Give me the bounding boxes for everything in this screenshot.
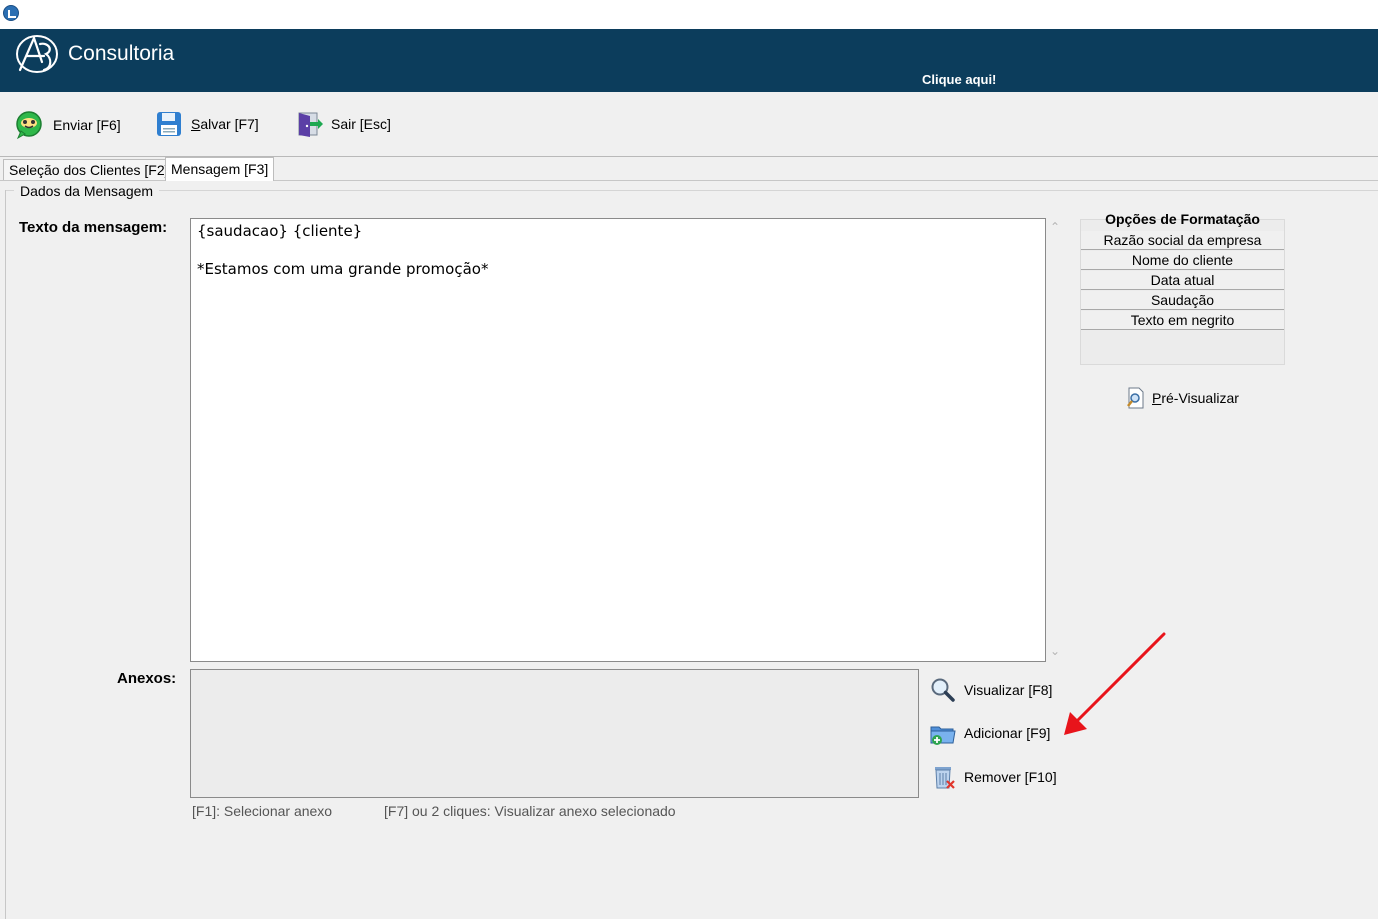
message-textarea[interactable]: {saudacao} {cliente} *Estamos com uma gr…	[190, 218, 1046, 662]
view-attachment-label: Visualizar [F8]	[964, 682, 1053, 698]
trash-icon	[935, 767, 955, 789]
floppy-disk-icon	[157, 112, 181, 136]
formatting-options-title: Opções de Formatação	[1105, 211, 1260, 227]
window-title-strip	[0, 0, 1378, 29]
company-logo	[16, 34, 58, 73]
add-attachment-button[interactable]: Adicionar [F9]	[930, 720, 1050, 746]
add-attachment-label: Adicionar [F9]	[964, 725, 1051, 741]
app-icon[interactable]	[3, 5, 19, 21]
exit-button-label: Sair [Esc]	[331, 116, 391, 132]
remove-attachment-button[interactable]: Remover [F10]	[932, 764, 1057, 790]
preview-label: Pré-Visualizar	[1152, 390, 1239, 406]
tab-mensagem[interactable]: Mensagem [F3]	[165, 157, 275, 181]
scroll-up-icon[interactable]: ⌃	[1050, 220, 1060, 234]
format-option-data-atual[interactable]: Data atual	[1081, 271, 1284, 290]
send-button[interactable]: Enviar [F6]	[13, 110, 121, 140]
view-attachment-button[interactable]: Visualizar [F8]	[930, 677, 1052, 703]
magnifier-icon	[931, 678, 955, 702]
red-arrow-annotation	[1064, 632, 1166, 735]
exit-door-icon	[298, 112, 323, 137]
attachments-label: Anexos:	[117, 670, 177, 687]
hint-select-attachment: [F1]: Selecionar anexo	[192, 803, 333, 819]
brand-name: Consultoria	[68, 42, 175, 65]
save-button[interactable]: Salvar [F7]	[155, 110, 259, 138]
remove-attachment-label: Remover [F10]	[964, 769, 1057, 785]
hint-view-attachment: [F7] ou 2 cliques: Visualizar anexo sele…	[384, 803, 676, 819]
message-line	[197, 241, 1039, 260]
magnifier-document-icon	[1127, 387, 1144, 409]
preview-mnemonic: P	[1152, 390, 1162, 406]
group-border	[6, 190, 1378, 191]
message-line: *Estamos com uma grande promoção*	[197, 260, 489, 278]
tab-selecao-clientes[interactable]: Seleção dos Clientes [F2]	[3, 159, 175, 180]
preview-label-rest: ré-Visualizar	[1161, 390, 1239, 406]
format-option-nome-cliente[interactable]: Nome do cliente	[1081, 251, 1284, 270]
save-label-rest: alvar [F7]	[200, 116, 259, 132]
attachments-list[interactable]	[190, 669, 919, 798]
save-button-label: Salvar [F7]	[191, 116, 259, 132]
header-banner	[0, 29, 1378, 92]
whatsapp-icon	[16, 111, 42, 140]
group-title: Dados da Mensagem	[14, 183, 160, 199]
exit-button[interactable]: Sair [Esc]	[295, 110, 391, 138]
format-option-negrito[interactable]: Texto em negrito	[1081, 311, 1284, 330]
folder-add-icon	[930, 726, 956, 745]
clique-aqui-link[interactable]: Clique aqui!	[922, 72, 996, 87]
message-label: Texto da mensagem:	[19, 219, 168, 236]
format-option-razao-social[interactable]: Razão social da empresa	[1081, 231, 1284, 250]
preview-button[interactable]: Pré-Visualizar	[1126, 387, 1239, 409]
message-line: {saudacao} {cliente}	[197, 222, 363, 240]
save-mnemonic: S	[191, 116, 201, 132]
send-button-label: Enviar [F6]	[53, 117, 121, 133]
format-option-saudacao[interactable]: Saudação	[1081, 291, 1284, 310]
